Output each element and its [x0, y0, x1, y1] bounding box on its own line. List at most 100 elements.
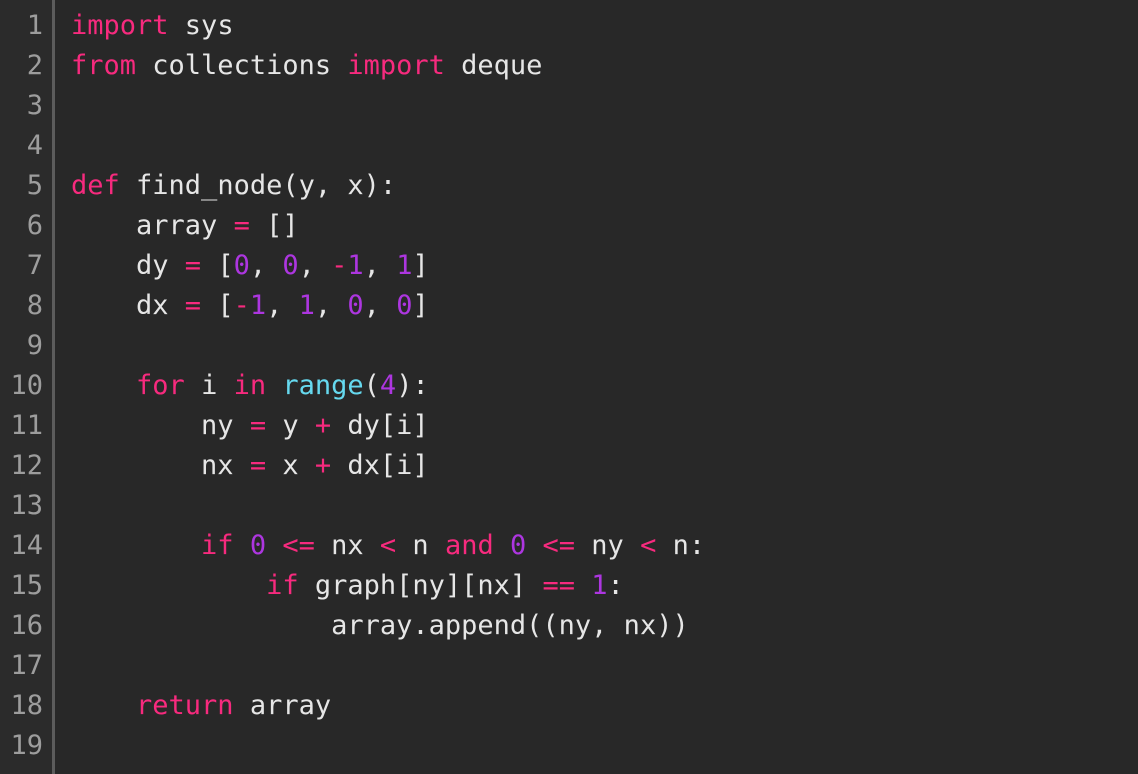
code-token-plain: []	[249, 210, 299, 241]
code-line[interactable]	[71, 126, 1138, 166]
code-token-number: 1	[249, 290, 267, 321]
code-line[interactable]	[71, 726, 1138, 766]
code-token-number: 0	[233, 250, 250, 281]
code-token-keyword: in	[233, 370, 267, 401]
code-line[interactable]: ny = y + dy[i]	[71, 406, 1138, 446]
code-token-operator: <=	[542, 530, 576, 561]
code-token-plain: ny	[575, 530, 641, 561]
line-number: 19	[10, 730, 43, 761]
code-token-plain: sys	[168, 10, 234, 41]
line-number: 1	[26, 10, 43, 41]
line-number: 5	[26, 170, 43, 201]
code-line[interactable]: if 0 <= nx < n and 0 <= ny < n:	[71, 526, 1138, 566]
line-number: 16	[10, 610, 43, 641]
code-token-plain: n	[396, 530, 445, 561]
code-editor[interactable]: 1 2 3 4 5 6 7 8 9 10 11 12 13 14 15 16 17 18 19 import sys…	[0, 0, 1138, 774]
code-line[interactable]: dy = [0, 0, -1, 1]	[71, 246, 1138, 286]
code-line[interactable]: nx = x + dx[i]	[71, 446, 1138, 486]
code-token-plain: ]	[412, 250, 429, 281]
code-token-operator: =	[249, 450, 267, 481]
code-line[interactable]: for i in range(4):	[71, 366, 1138, 406]
code-token-operator: -	[331, 250, 348, 281]
code-line[interactable]: def find_node(y, x):	[71, 166, 1138, 206]
line-number: 18	[10, 690, 43, 721]
code-token-keyword: and	[444, 530, 494, 561]
line-number: 11	[10, 410, 43, 441]
code-token-plain: x	[266, 450, 315, 481]
code-line[interactable]: if graph[ny][nx] == 1:	[71, 566, 1138, 606]
code-token-operator: +	[314, 450, 332, 481]
code-token-number: 0	[510, 530, 527, 561]
code-line[interactable]	[71, 646, 1138, 686]
code-token-builtin: range	[282, 370, 364, 401]
code-token-keyword: return	[136, 690, 234, 721]
code-token-operator: =	[184, 250, 202, 281]
line-number: 10	[10, 370, 43, 401]
code-token-plain: i	[184, 370, 234, 401]
code-token-number: 1	[591, 570, 608, 601]
code-token-operator: =	[233, 210, 250, 241]
code-token-keyword: import	[71, 10, 169, 41]
line-number: 9	[26, 330, 43, 361]
code-token-plain: ,	[266, 290, 299, 321]
code-token-number: 0	[249, 530, 267, 561]
code-token-keyword: if	[201, 530, 234, 561]
code-line[interactable]: from collections import deque	[71, 46, 1138, 86]
code-line[interactable]	[71, 86, 1138, 126]
code-line[interactable]: dx = [-1, 1, 0, 0]	[71, 286, 1138, 326]
code-token-operator: <	[640, 530, 657, 561]
code-token-plain: nx	[71, 450, 250, 481]
code-token-plain: deque	[444, 50, 543, 81]
code-token-plain: (	[363, 370, 380, 401]
code-text-area[interactable]: import sys from collections import deque …	[55, 0, 1138, 774]
line-number: 14	[10, 530, 43, 561]
code-token-number: 0	[396, 290, 413, 321]
code-token-operator: =	[184, 290, 202, 321]
line-number-list: 1 2 3 4 5 6 7 8 9 10 11 12 13 14 15 16 17 18 19	[0, 6, 55, 766]
code-token-plain: [	[201, 250, 234, 281]
code-token-plain: n:	[656, 530, 706, 561]
code-token-plain: ,	[249, 250, 283, 281]
code-line[interactable]	[71, 486, 1138, 526]
code-token-operator: +	[314, 410, 332, 441]
code-token-number: 4	[379, 370, 397, 401]
code-token-plain: :	[607, 570, 624, 601]
line-number-gutter: 1 2 3 4 5 6 7 8 9 10 11 12 13 14 15 16 17 18 19	[0, 0, 55, 774]
line-number: 6	[26, 210, 43, 241]
code-token-operator: ==	[542, 570, 575, 601]
line-number: 4	[26, 130, 43, 161]
code-token-plain: dy	[71, 250, 185, 281]
line-number: 17	[10, 650, 43, 681]
code-token-keyword: from	[71, 50, 137, 81]
code-line[interactable]: array = []	[71, 206, 1138, 246]
code-token-plain: y	[266, 410, 315, 441]
line-number: 12	[10, 450, 43, 481]
code-token-operator: -	[233, 290, 250, 321]
code-token-operator: <	[379, 530, 397, 561]
code-token-number: 1	[396, 250, 413, 281]
code-line[interactable]	[71, 326, 1138, 366]
code-token-keyword: if	[266, 570, 299, 601]
code-line[interactable]: return array	[71, 686, 1138, 726]
code-line[interactable]: array.append((ny, nx))	[71, 606, 1138, 646]
code-token-plain: ,	[314, 290, 348, 321]
code-token-plain: dy[i]	[331, 410, 429, 441]
code-token-keyword: def	[71, 170, 120, 201]
code-line[interactable]: import sys	[71, 6, 1138, 46]
code-token-plain: ):	[396, 370, 429, 401]
code-token-plain: array.append((ny, nx))	[71, 610, 689, 641]
line-number: 3	[26, 90, 43, 121]
code-token-number: 0	[347, 290, 364, 321]
code-token-plain: ny	[71, 410, 250, 441]
line-number: 15	[10, 570, 43, 601]
code-token-plain: [	[201, 290, 234, 321]
line-number: 8	[26, 290, 43, 321]
line-number: 13	[10, 490, 43, 521]
code-token-plain: find_node(y, x):	[119, 170, 397, 201]
